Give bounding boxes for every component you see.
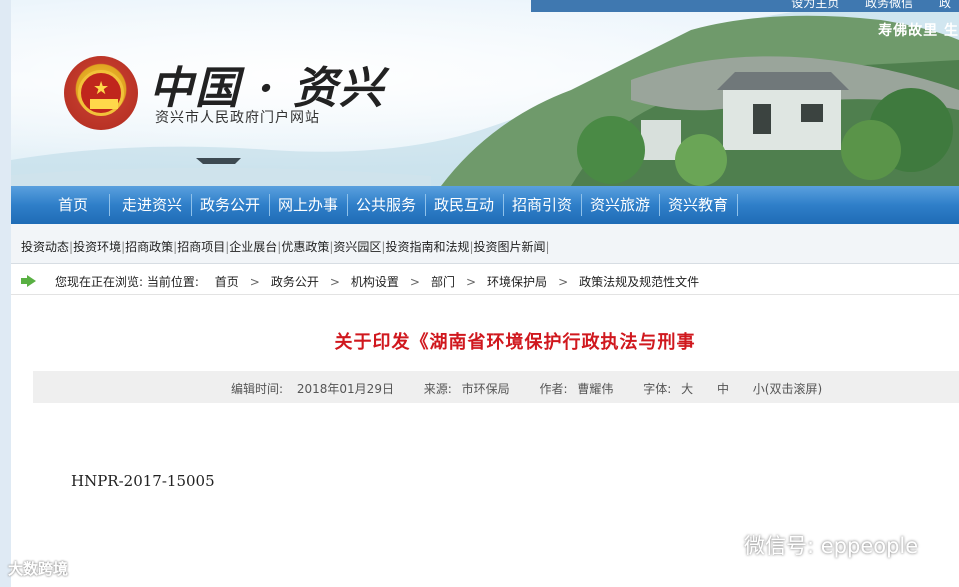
header-slogan: 寿佛故里 生 <box>878 23 959 39</box>
publish-date: 2018年01月29日 <box>296 382 394 396</box>
breadcrumb-policy-docs[interactable]: 政策法规及规范性文件 <box>579 275 699 289</box>
nav-item-public-services[interactable]: 公共服务 <box>356 186 416 224</box>
nav-item-education[interactable]: 资兴教育 <box>668 186 728 224</box>
national-emblem-icon: ★ <box>64 56 138 130</box>
set-homepage-link[interactable]: 设为主页 <box>791 0 839 10</box>
subnav-item-investment-news[interactable]: 投资动态 <box>21 240 69 254</box>
site-name: 资兴市人民政府门户网站 <box>155 110 320 126</box>
article-title: 关于印发《湖南省环境保护行政执法与刑事 <box>334 332 696 353</box>
subnav-item-guide[interactable]: 投资指南和法规 <box>385 240 469 254</box>
watermark-left: 大数跨境 <box>8 560 69 578</box>
subnav-item-photo-news[interactable]: 投资图片新闻 <box>474 240 546 254</box>
breadcrumb-home[interactable]: 首页 <box>215 275 239 289</box>
left-margin-strip <box>0 0 11 587</box>
subnav-item-preferential[interactable]: 优惠政策 <box>281 240 329 254</box>
nav-item-online-services[interactable]: 网上办事 <box>278 186 338 224</box>
subnav-item-policy[interactable]: 招商政策 <box>125 240 173 254</box>
nav-item-about[interactable]: 走进资兴 <box>122 186 182 224</box>
main-nav: 首页 走进资兴 政务公开 网上办事 公共服务 政民互动 招商引资 资兴旅游 资兴… <box>11 186 959 224</box>
subnav-item-park[interactable]: 资兴园区 <box>333 240 381 254</box>
sub-nav: 投资动态|投资环境|招商政策|招商项目|企业展台|优惠政策|资兴园区|投资指南和… <box>11 224 959 264</box>
article-meta: 编辑时间: 2018年01月29日 来源: 市环保局 作者: 曹耀伟 字体: 大… <box>33 371 959 403</box>
subnav-item-projects[interactable]: 招商项目 <box>177 240 225 254</box>
nav-item-investment[interactable]: 招商引资 <box>512 186 572 224</box>
nav-item-home[interactable]: 首页 <box>58 186 88 224</box>
author-label: 作者: <box>539 382 568 396</box>
breadcrumb-env-bureau[interactable]: 环境保护局 <box>487 275 547 289</box>
document-number: HNPR-2017-15005 <box>71 472 215 490</box>
top-link-partial[interactable]: 政 <box>939 0 951 10</box>
breadcrumb-departments[interactable]: 部门 <box>431 275 455 289</box>
nav-item-tourism[interactable]: 资兴旅游 <box>590 186 650 224</box>
nav-item-interaction[interactable]: 政民互动 <box>434 186 494 224</box>
font-size-large[interactable]: 大 <box>681 382 693 396</box>
breadcrumb-prefix: 您现在正在浏览: 当前位置: <box>55 275 199 289</box>
subnav-item-investment-env[interactable]: 投资环境 <box>73 240 121 254</box>
breadcrumb: 您现在正在浏览: 当前位置: 首页 > 政务公开 > 机构设置 > 部门 > 环境保护局 > 政策法… <box>11 265 959 295</box>
subnav-item-enterprise[interactable]: 企业展台 <box>229 240 277 254</box>
watermark-right: 微信号: eppeople <box>744 534 919 558</box>
author-value: 曹耀伟 <box>577 382 614 396</box>
breadcrumb-organization[interactable]: 机构设置 <box>351 275 399 289</box>
font-size-label: 字体: <box>643 382 672 396</box>
wechat-icon <box>701 535 736 559</box>
font-size-medium[interactable]: 中 <box>717 382 729 396</box>
source-value: 市环保局 <box>461 382 510 396</box>
nav-item-gov-affairs[interactable]: 政务公开 <box>200 186 260 224</box>
top-links: 设为主页 政务微信 政 <box>769 0 951 11</box>
breadcrumb-gov-affairs[interactable]: 政务公开 <box>271 275 319 289</box>
header-banner: 设为主页 政务微信 政 寿佛故里 生 ★ 中国 · 资兴 资兴市人民政府门户网站 <box>11 0 959 186</box>
font-size-small[interactable]: 小(双击滚屏) <box>753 382 822 396</box>
source-label: 来源: <box>423 382 452 396</box>
date-label: 编辑时间: <box>231 382 284 396</box>
gov-wechat-link[interactable]: 政务微信 <box>865 0 913 10</box>
